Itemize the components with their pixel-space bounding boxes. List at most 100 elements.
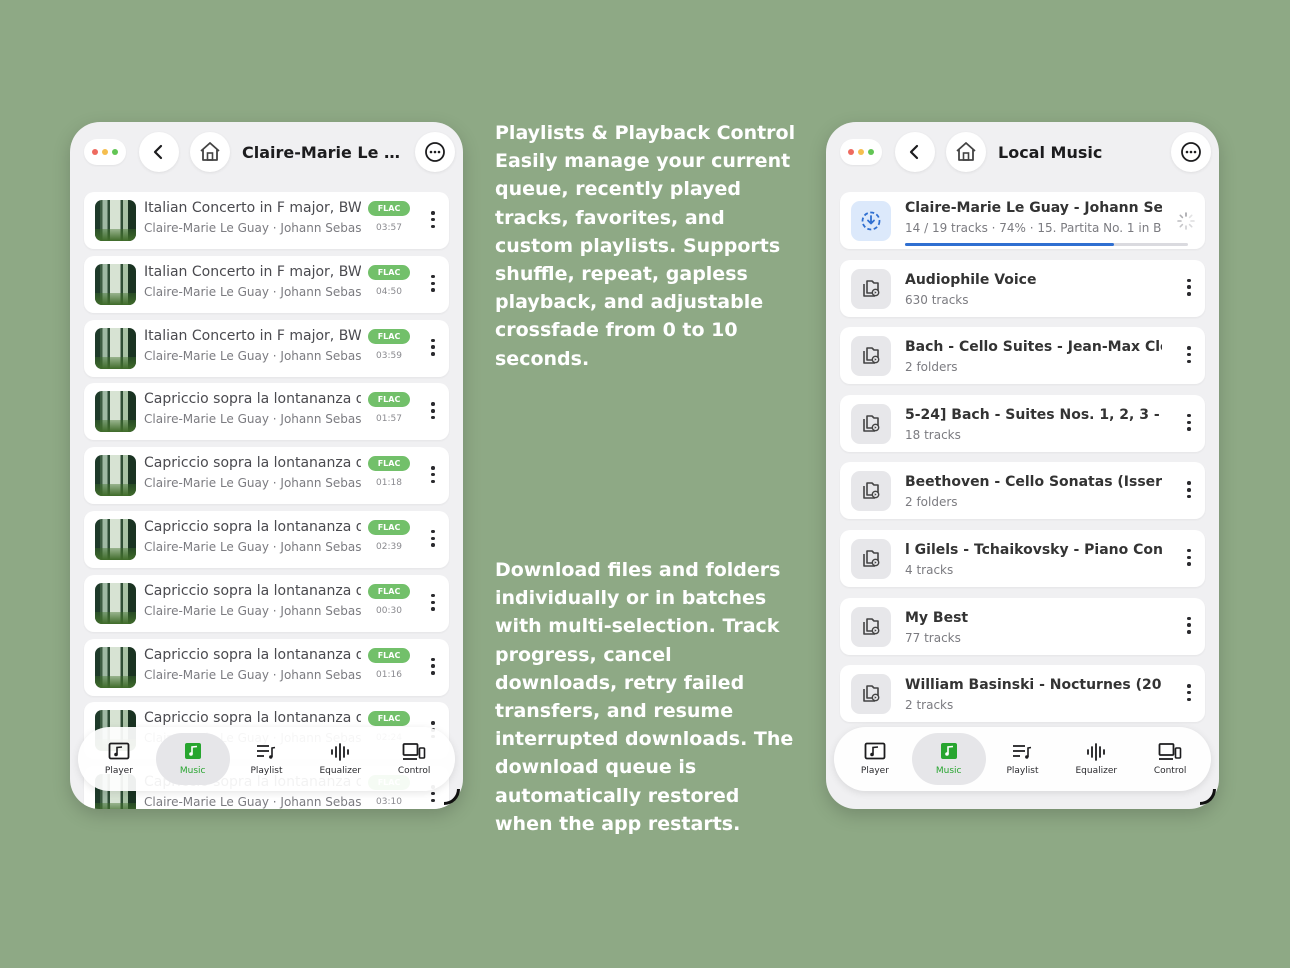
- folder-row[interactable]: 5-24] Bach - Suites Nos. 1, 2, 3 - H 18 t…: [840, 394, 1205, 452]
- track-title: Italian Concerto in F major, BWV 971: [144, 263, 361, 280]
- track-duration: 03:59: [376, 350, 402, 361]
- back-button[interactable]: [139, 132, 179, 172]
- folder-icon: [851, 471, 891, 512]
- kebab-icon[interactable]: [431, 529, 435, 547]
- track-title: Capriccio sopra la lontananza del: [144, 391, 361, 408]
- left-phone-screen: Claire-Marie Le Gu... Italian Concerto i…: [70, 122, 463, 809]
- folder-icon: [851, 268, 891, 309]
- nav-music[interactable]: Music: [911, 733, 986, 785]
- folder-title: Beethoven - Cello Sonatas (Isserlis, I: [905, 474, 1162, 491]
- track-duration: 01:18: [376, 478, 402, 489]
- home-icon: [956, 142, 976, 161]
- kebab-icon[interactable]: [1187, 481, 1191, 499]
- folder-row[interactable]: l Gilels - Tchaikovsky - Piano Concerto 4…: [840, 529, 1205, 587]
- track-subtitle: Claire-Marie Le Guay · Johann Sebastian …: [144, 221, 361, 235]
- nav-music-label: Music: [179, 766, 206, 776]
- kebab-icon[interactable]: [1187, 346, 1191, 364]
- kebab-icon[interactable]: [1187, 278, 1191, 296]
- kebab-icon[interactable]: [1187, 616, 1191, 634]
- folder-row[interactable]: William Basinski - Nocturnes (2013) [M 2 …: [840, 665, 1205, 723]
- nav-player-label: Player: [860, 766, 889, 776]
- right-phone-screen: Local Music Claire-Marie Le Guay - Johan…: [826, 122, 1219, 809]
- folder-list: Claire-Marie Le Guay - Johann Sebastian …: [840, 192, 1205, 733]
- more-circle-icon: [1181, 142, 1201, 162]
- control-icon: [402, 743, 426, 760]
- folder-row[interactable]: Audiophile Voice 630 tracks: [840, 259, 1205, 317]
- home-button[interactable]: [946, 132, 986, 172]
- folder-row[interactable]: Beethoven - Cello Sonatas (Isserlis, I 2 …: [840, 462, 1205, 520]
- folder-title: William Basinski - Nocturnes (2013) [M: [905, 677, 1162, 694]
- track-subtitle: Claire-Marie Le Guay · Johann Sebastian …: [144, 795, 361, 809]
- corner-mark: [444, 789, 460, 805]
- nav-control[interactable]: Control: [377, 733, 451, 785]
- kebab-icon[interactable]: [431, 593, 435, 611]
- folder-icon: [851, 674, 891, 715]
- page-title: Local Music: [998, 142, 1103, 162]
- spinner-icon: [1177, 212, 1195, 230]
- format-badge: FLAC: [368, 711, 410, 727]
- track-row[interactable]: Italian Concerto in F major, BWV 971 Clai…: [84, 192, 449, 249]
- track-row[interactable]: Italian Concerto in F major, BWV 971 Clai…: [84, 255, 449, 313]
- back-button[interactable]: [895, 132, 935, 172]
- kebab-icon[interactable]: [1187, 548, 1191, 566]
- album-art: [95, 327, 136, 369]
- folder-subtitle: 630 tracks: [905, 292, 969, 307]
- playlist-icon: [1013, 745, 1032, 759]
- kebab-icon[interactable]: [431, 402, 435, 420]
- nav-player[interactable]: Player: [838, 733, 912, 785]
- chevron-left-icon: [153, 144, 163, 160]
- music-icon: [184, 743, 201, 759]
- equalizer-icon: [331, 743, 350, 761]
- track-row[interactable]: Capriccio sopra la lontananza del Claire-…: [84, 574, 449, 632]
- ellipsis-icon[interactable]: [84, 139, 126, 165]
- nav-control[interactable]: Control: [1133, 733, 1207, 785]
- nav-equalizer[interactable]: Equalizer: [303, 733, 377, 785]
- kebab-icon[interactable]: [431, 211, 435, 228]
- kebab-icon[interactable]: [431, 274, 435, 292]
- download-row[interactable]: Claire-Marie Le Guay - Johann Sebastian …: [840, 192, 1205, 249]
- nav-equalizer-label: Equalizer: [1075, 766, 1118, 776]
- track-title: Capriccio sopra la lontananza del: [144, 582, 361, 599]
- track-duration: 04:50: [376, 286, 402, 297]
- nav-playlist[interactable]: Playlist: [986, 733, 1060, 785]
- nav-player[interactable]: Player: [82, 733, 156, 785]
- kebab-icon[interactable]: [431, 657, 435, 675]
- kebab-icon[interactable]: [1187, 413, 1191, 431]
- home-button[interactable]: [190, 132, 230, 172]
- nav-playlist-label: Playlist: [250, 766, 283, 776]
- track-subtitle: Claire-Marie Le Guay · Johann Sebastian …: [144, 539, 361, 554]
- folder-icon: [851, 403, 891, 444]
- kebab-icon[interactable]: [1187, 684, 1191, 702]
- page-title: Claire-Marie Le Gu...: [242, 142, 402, 162]
- track-title: Capriccio sopra la lontananza del: [144, 646, 361, 663]
- track-row[interactable]: Capriccio sopra la lontananza del Claire-…: [84, 510, 449, 568]
- feature-text-playlists: Playlists & Playback Control Easily mana…: [495, 122, 796, 370]
- download-progress-bar: [905, 243, 1188, 246]
- folder-title: l Gilels - Tchaikovsky - Piano Concerto: [905, 541, 1162, 558]
- download-progress-fill: [905, 243, 1115, 246]
- more-button[interactable]: [415, 132, 455, 172]
- folder-subtitle: 18 tracks: [905, 427, 961, 442]
- album-art: [95, 518, 136, 560]
- nav-music[interactable]: Music: [155, 733, 230, 785]
- control-icon: [1158, 743, 1182, 760]
- ellipsis-icon[interactable]: [840, 139, 882, 165]
- format-badge: FLAC: [368, 392, 410, 408]
- track-list: Italian Concerto in F major, BWV 971 Clai…: [84, 192, 449, 809]
- track-row[interactable]: Capriccio sopra la lontananza del Claire-…: [84, 447, 449, 505]
- album-art: [95, 582, 136, 624]
- format-badge: FLAC: [368, 264, 410, 280]
- track-row[interactable]: Italian Concerto in F major, BWV 971 Clai…: [84, 319, 449, 377]
- kebab-icon[interactable]: [431, 338, 435, 356]
- folder-row[interactable]: My Best 77 tracks: [840, 597, 1205, 655]
- track-title: Italian Concerto in F major, BWV 971: [144, 200, 361, 216]
- track-row[interactable]: Capriccio sopra la lontananza del Claire-…: [84, 638, 449, 696]
- album-art: [95, 646, 136, 688]
- more-button[interactable]: [1171, 132, 1211, 172]
- nav-playlist[interactable]: Playlist: [230, 733, 304, 785]
- track-row[interactable]: Capriccio sopra la lontananza del Claire-…: [84, 383, 449, 441]
- folder-subtitle: 2 folders: [905, 360, 958, 375]
- folder-row[interactable]: Bach - Cello Suites - Jean-Max Clement 2 …: [840, 327, 1205, 385]
- kebab-icon[interactable]: [431, 466, 435, 484]
- nav-equalizer[interactable]: Equalizer: [1059, 733, 1133, 785]
